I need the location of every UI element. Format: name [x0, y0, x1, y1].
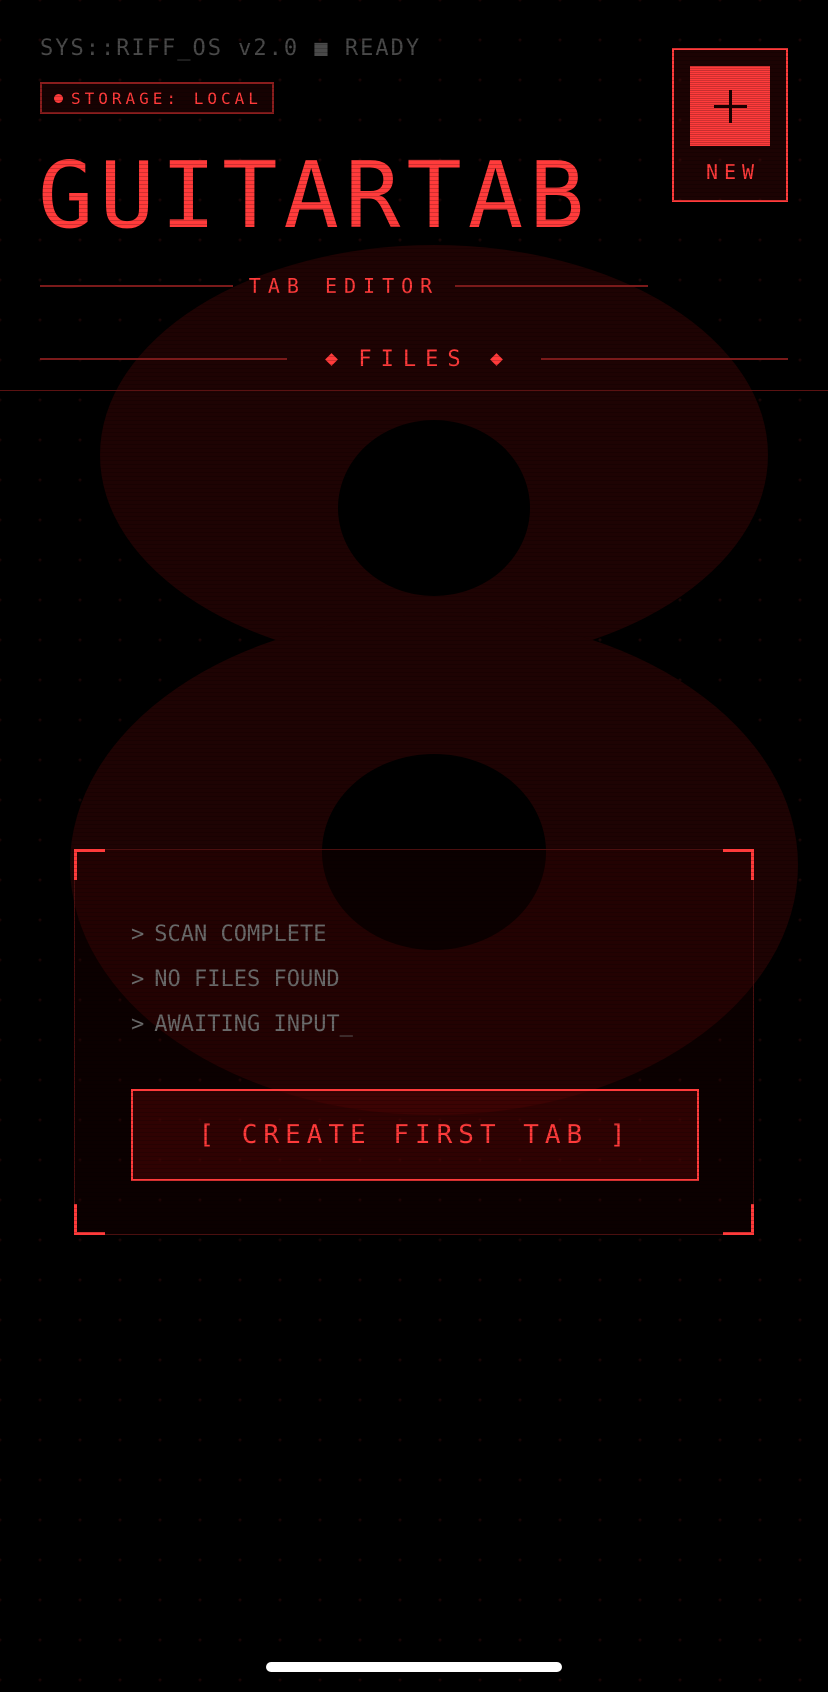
header-divider [0, 390, 828, 391]
corner-bracket [74, 1204, 105, 1235]
section-title: FILES [358, 346, 470, 372]
system-status-line: SYS::RIFF_OS v2.0 ■ READY [40, 36, 422, 61]
new-tab-button[interactable]: NEW [672, 48, 788, 202]
create-first-tab-button[interactable]: [ CREATE FIRST TAB ] [131, 1089, 699, 1181]
log-text: NO FILES FOUND [154, 967, 340, 992]
app-title: GUITARTAB [38, 142, 591, 249]
files-section-header: FILES [40, 346, 789, 372]
diamond-icon [489, 352, 503, 366]
divider-line [40, 358, 288, 360]
storage-badge: STORAGE: LOCAL [40, 82, 274, 114]
status-dot-icon [54, 93, 63, 103]
log-line: > AWAITING INPUT_ [131, 1002, 353, 1047]
home-indicator[interactable] [266, 1662, 562, 1672]
divider-line [40, 285, 233, 287]
storage-badge-label: STORAGE: LOCAL [71, 88, 262, 108]
prompt-symbol: > [131, 1012, 145, 1037]
section-label-wrapper: FILES [287, 347, 540, 372]
new-button-label: NEW [705, 160, 761, 184]
divider-line [455, 285, 649, 287]
log-text: SCAN COMPLETE [154, 922, 327, 947]
prompt-symbol: > [131, 922, 145, 947]
corner-bracket [723, 849, 754, 880]
log-line: > NO FILES FOUND [131, 957, 353, 1002]
log-line: > SCAN COMPLETE [131, 912, 353, 957]
plus-icon [690, 66, 770, 146]
corner-bracket [74, 849, 105, 880]
empty-state-panel: > SCAN COMPLETE > NO FILES FOUND > AWAITING… [74, 849, 754, 1235]
status-log: > SCAN COMPLETE > NO FILES FOUND > AWAITING… [131, 912, 353, 1047]
divider-line [540, 358, 789, 360]
log-text: AWAITING INPUT_ [154, 1012, 353, 1037]
app-subtitle: TAB EDITOR [248, 274, 440, 298]
subtitle-row: TAB EDITOR [40, 274, 649, 298]
corner-bracket [723, 1204, 754, 1235]
prompt-symbol: > [131, 967, 145, 992]
diamond-icon [325, 352, 339, 366]
